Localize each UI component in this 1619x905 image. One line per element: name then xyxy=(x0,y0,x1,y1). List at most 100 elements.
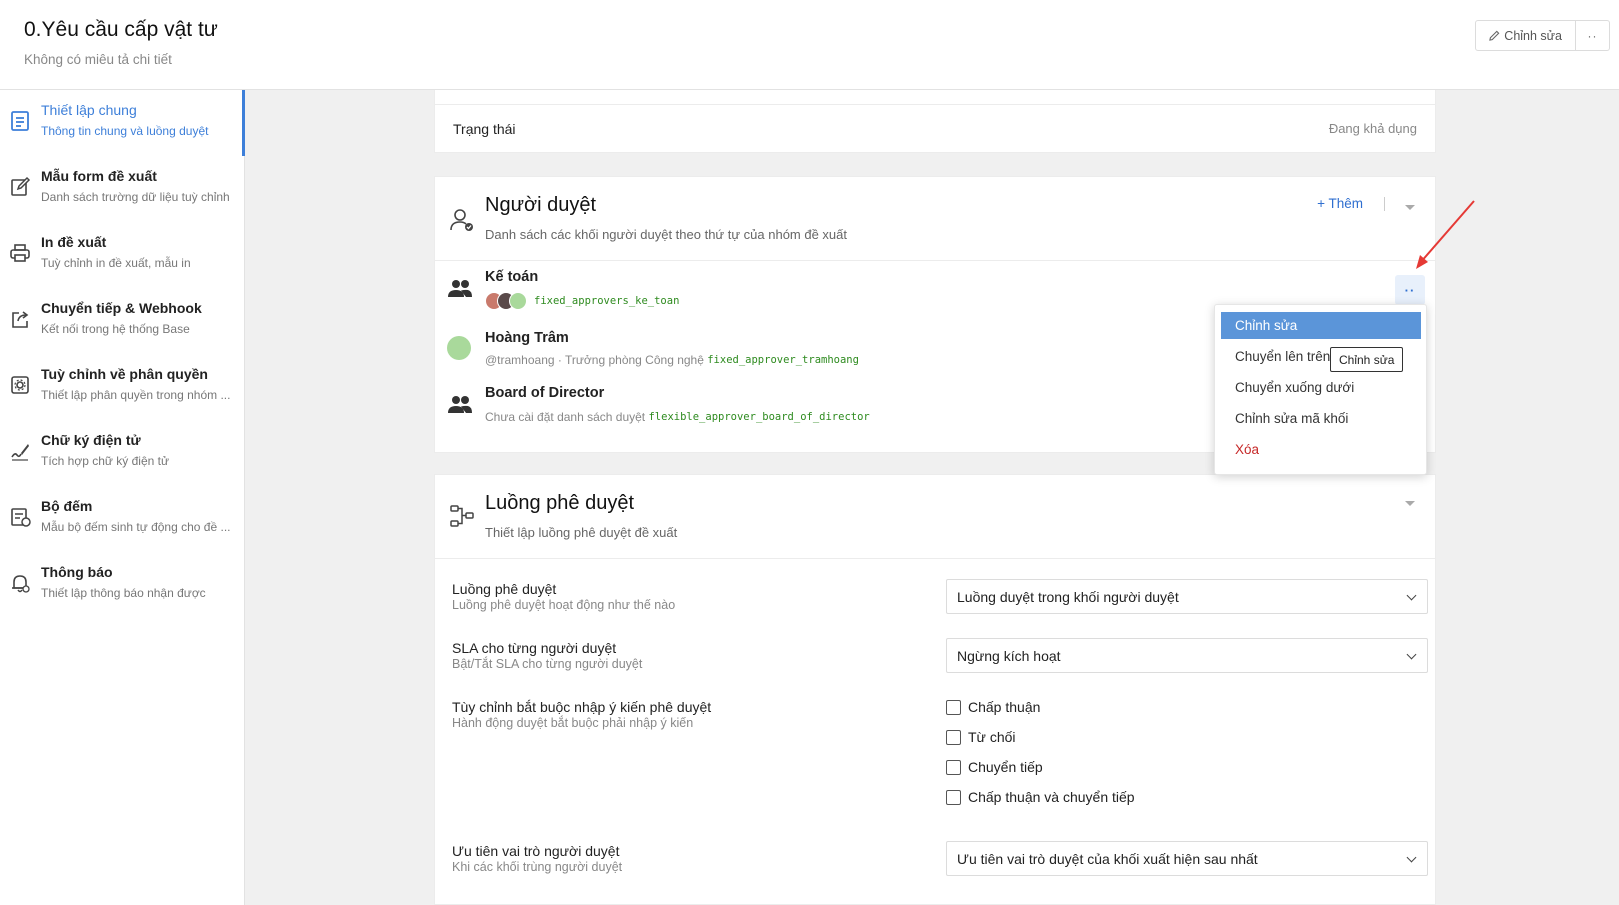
avatar xyxy=(447,336,471,360)
checkbox-reject[interactable]: Từ chối xyxy=(946,729,1016,745)
menu-item-edit-block-code[interactable]: Chỉnh sửa mã khối xyxy=(1221,405,1421,432)
sidebar: Thiết lập chung Thông tin chung và luồng… xyxy=(0,90,245,905)
settings-icon xyxy=(11,376,29,394)
tooltip: Chỉnh sửa xyxy=(1330,347,1404,372)
checkbox-label: Từ chối xyxy=(968,729,1016,745)
flow-icon xyxy=(450,505,474,527)
checkbox-label: Chuyển tiếp xyxy=(968,759,1043,775)
sla-select[interactable]: Ngừng kích hoạt xyxy=(946,638,1428,673)
approver-name: Hoàng Trâm xyxy=(485,330,569,346)
approver-code: fixed_approver_tramhoang xyxy=(707,354,859,366)
sidebar-item-counter[interactable]: Bộ đếm Mẫu bộ đếm sinh tự động cho đề ..… xyxy=(0,486,244,552)
checkbox-approve-and-forward[interactable]: Chấp thuận và chuyển tiếp xyxy=(946,789,1135,805)
flow-type-row: Luồng phê duyệt Luồng phê duyệt hoạt độn… xyxy=(452,579,1435,614)
sidebar-item-desc: Thiết lập phân quyền trong nhóm ... xyxy=(41,388,231,402)
users-group-icon xyxy=(448,280,472,297)
approvers-desc: Danh sách các khối người duyệt theo thứ … xyxy=(485,227,848,242)
users-group-icon xyxy=(448,396,472,413)
approver-name: Board of Director xyxy=(485,385,605,401)
annotation-arrow-icon xyxy=(1416,200,1475,269)
checkbox-label: Chấp thuận xyxy=(968,699,1041,715)
edit-button-label: Chỉnh sửa xyxy=(1504,28,1562,43)
checkbox-box[interactable] xyxy=(946,699,961,715)
sidebar-item-label: Thiết lập chung xyxy=(41,102,137,118)
sidebar-item-label: In đề xuất xyxy=(41,234,107,250)
menu-item-delete[interactable]: Xóa xyxy=(1221,436,1421,463)
approver-meta: fixed_approvers_ke_toan xyxy=(485,292,679,310)
sidebar-item-desc: Kết nối trong hệ thống Base xyxy=(41,322,190,336)
add-approver-button[interactable]: + Thêm xyxy=(1317,196,1363,211)
sidebar-item-label: Chữ ký điện tử xyxy=(41,432,141,448)
divider xyxy=(1384,197,1385,211)
select-value: Ngừng kích hoạt xyxy=(957,647,1061,664)
sidebar-item-label: Thông báo xyxy=(41,564,113,580)
sidebar-item-permissions[interactable]: Tuỳ chỉnh về phân quyền Thiết lập phân q… xyxy=(0,354,244,420)
approver-handle: @tramhoang xyxy=(485,353,555,367)
approval-flow-desc: Thiết lập luồng phê duyệt đề xuất xyxy=(485,525,678,540)
page-header: 0.Yêu cầu cấp vật tư Không có miêu tả ch… xyxy=(0,0,1619,90)
select-value: Luồng duyệt trong khối người duyệt xyxy=(957,588,1179,605)
form-label: Tùy chỉnh bắt buộc nhập ý kiến phê duyệt xyxy=(452,699,712,715)
approvers-title: Người duyệt xyxy=(485,194,596,216)
page-subtitle: Không có miêu tả chi tiết xyxy=(24,52,172,67)
share-icon xyxy=(12,311,29,328)
sla-row: SLA cho từng người duyệt Bật/Tắt SLA cho… xyxy=(452,638,1435,673)
checkbox-box[interactable] xyxy=(946,789,961,805)
edit-button[interactable]: Chỉnh sửa xyxy=(1476,21,1576,50)
sidebar-item-label: Chuyển tiếp & Webhook xyxy=(41,300,202,316)
approver-more-button[interactable]: ·· xyxy=(1395,275,1425,305)
checkbox-forward[interactable]: Chuyển tiếp xyxy=(946,759,1043,775)
approver-context-menu: Chỉnh sửa Chuyển lên trên Chuyển xuống d… xyxy=(1214,304,1427,475)
approver-role: · Trưởng phòng Công nghệ xyxy=(554,353,708,367)
approvers-header: Người duyệt Danh sách các khối người duy… xyxy=(435,177,1435,261)
approval-flow-section: Luồng phê duyệt Thiết lập luồng phê duyệ… xyxy=(434,474,1436,905)
sidebar-item-desc: Mẫu bộ đếm sinh tự động cho đề ... xyxy=(41,520,231,534)
checkbox-box[interactable] xyxy=(946,729,961,745)
sidebar-item-notifications[interactable]: Thông báo Thiết lập thông báo nhận được xyxy=(0,552,244,618)
status-label: Trạng thái xyxy=(453,120,516,137)
page-title: 0.Yêu cầu cấp vật tư xyxy=(24,18,218,41)
menu-item-edit[interactable]: Chỉnh sửa xyxy=(1221,312,1421,339)
sidebar-item-desc: Danh sách trường dữ liệu tuỳ chỉnh xyxy=(41,190,230,204)
chevron-down-icon xyxy=(1406,649,1417,660)
approver-code: fixed_approvers_ke_toan xyxy=(534,295,680,307)
header-actions: Chỉnh sửa ·· xyxy=(1475,20,1610,51)
sidebar-item-form-template[interactable]: Mẫu form đề xuất Danh sách trường dữ liệ… xyxy=(0,156,244,222)
bell-icon xyxy=(12,575,30,593)
approver-code: flexible_approver_board_of_director xyxy=(648,411,870,423)
chevron-down-icon xyxy=(1406,590,1417,601)
chevron-down-icon xyxy=(1406,852,1417,863)
approver-meta: Chưa cài đặt danh sách duyệt flexible_ap… xyxy=(485,410,870,424)
pencil-icon xyxy=(1489,30,1500,41)
edit-form-icon xyxy=(11,176,31,196)
menu-item-move-down[interactable]: Chuyển xuống dưới xyxy=(1221,374,1421,401)
sidebar-item-desc: Thông tin chung và luồng duyệt xyxy=(41,124,209,138)
printer-icon xyxy=(10,244,30,262)
checkbox-label: Chấp thuận và chuyển tiếp xyxy=(968,789,1135,805)
collapse-caret-icon[interactable] xyxy=(1405,501,1415,506)
checkbox-box[interactable] xyxy=(946,759,961,775)
sidebar-item-general-settings[interactable]: Thiết lập chung Thông tin chung và luồng… xyxy=(0,90,245,156)
flow-type-select[interactable]: Luồng duyệt trong khối người duyệt xyxy=(946,579,1428,614)
more-options-button[interactable]: ·· xyxy=(1576,21,1609,50)
sidebar-item-desc: Tích hợp chữ ký điện tử xyxy=(41,454,169,468)
user-check-icon xyxy=(450,209,473,231)
sidebar-item-print[interactable]: In đề xuất Tuỳ chỉnh in đề xuất, mẫu in xyxy=(0,222,244,288)
avatar-stack xyxy=(485,292,531,310)
status-card: Trạng thái Đang khả dụng xyxy=(434,90,1436,153)
role-priority-row: Ưu tiên vai trò người duyệt Khi các khối… xyxy=(452,841,1435,876)
sidebar-item-desc: Thiết lập thông báo nhận được xyxy=(41,586,206,600)
sidebar-item-forward-webhook[interactable]: Chuyển tiếp & Webhook Kết nối trong hệ t… xyxy=(0,288,244,354)
status-row: Trạng thái Đang khả dụng xyxy=(435,104,1435,152)
approver-name: Kế toán xyxy=(485,269,539,285)
sidebar-item-label: Tuỳ chỉnh về phân quyền xyxy=(41,366,208,382)
avatar xyxy=(509,292,527,310)
role-priority-select[interactable]: Ưu tiên vai trò duyệt của khối xuất hiện… xyxy=(946,841,1428,876)
sidebar-item-desc: Tuỳ chỉnh in đề xuất, mẫu in xyxy=(41,256,191,270)
sidebar-item-e-signature[interactable]: Chữ ký điện tử Tích hợp chữ ký điện tử xyxy=(0,420,244,486)
checkbox-approve[interactable]: Chấp thuận xyxy=(946,699,1040,715)
approval-flow-title: Luồng phê duyệt xyxy=(485,492,635,514)
approver-status-text: Chưa cài đặt danh sách duyệt xyxy=(485,410,649,424)
counter-icon xyxy=(11,508,31,527)
form-help: Hành động duyệt bắt buộc phải nhập ý kiế… xyxy=(452,716,694,730)
